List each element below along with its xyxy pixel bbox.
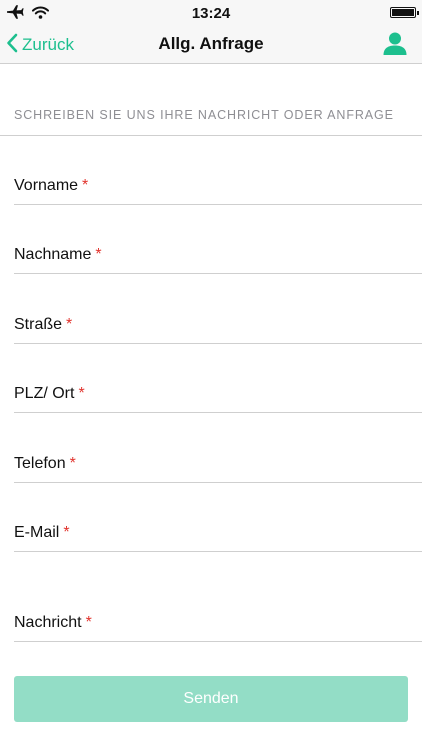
required-marker: * [69,455,76,472]
required-marker: * [63,524,70,541]
field-label: Nachricht [14,614,82,631]
field-label: Telefon [14,455,66,472]
required-marker: * [82,177,89,194]
strasse-field[interactable]: Straße * [14,304,422,344]
send-button[interactable]: Senden [14,676,408,722]
required-marker: * [85,614,92,631]
profile-button[interactable] [380,30,410,58]
required-marker: * [78,385,85,402]
email-field[interactable]: E-Mail * [14,512,422,552]
nachricht-field[interactable]: Nachricht * [14,602,422,642]
person-icon [380,32,410,62]
required-marker: * [66,316,73,333]
section-header: SCHREIBEN SIE UNS IHRE NACHRICHT ODER AN… [14,108,394,122]
status-bar: 13:24 [0,0,422,26]
navigation-bar: Zurück Allg. Anfrage [0,26,422,64]
section-divider [0,135,422,136]
field-label: Vorname [14,177,79,194]
vorname-field[interactable]: Vorname * [14,165,422,205]
nachname-field[interactable]: Nachname * [14,234,422,274]
page-title: Allg. Anfrage [158,34,264,53]
telefon-field[interactable]: Telefon * [14,443,422,483]
battery-icon [390,7,419,18]
plz-ort-field[interactable]: PLZ/ Ort * [14,373,422,413]
field-label: E-Mail [14,524,60,541]
required-marker: * [95,246,102,263]
field-label: Straße [14,316,63,333]
field-label: Nachname [14,246,92,263]
status-time: 13:24 [191,5,231,22]
field-label: PLZ/ Ort [14,385,75,402]
